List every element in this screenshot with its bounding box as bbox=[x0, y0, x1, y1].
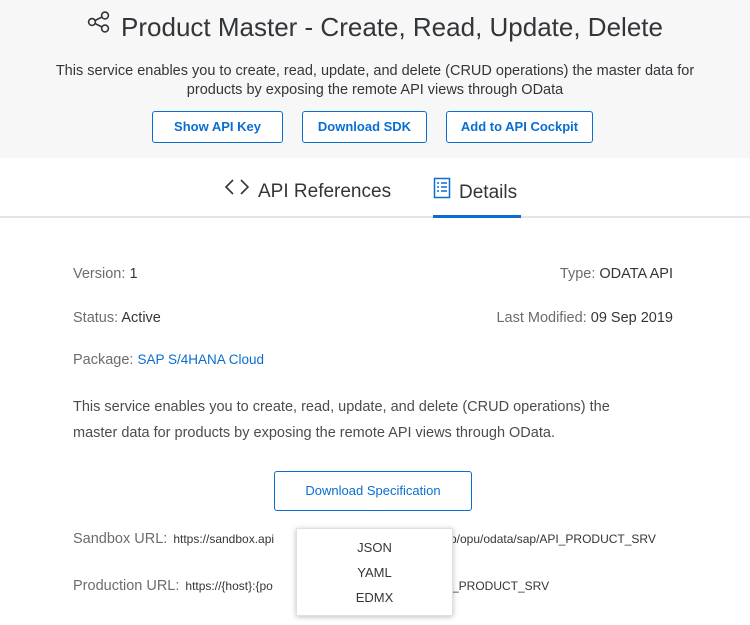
tab-bar: API References Details bbox=[0, 158, 750, 218]
download-specification-button[interactable]: Download Specification bbox=[274, 471, 472, 511]
last-modified-field: Last Modified: 09 Sep 2019 bbox=[496, 310, 673, 326]
type-value: ODATA API bbox=[599, 266, 673, 282]
show-api-key-button[interactable]: Show API Key bbox=[152, 111, 283, 143]
format-option-yaml[interactable]: YAML bbox=[297, 565, 452, 580]
sandbox-url-label: Sandbox URL: bbox=[73, 531, 168, 547]
download-sdk-button[interactable]: Download SDK bbox=[302, 111, 427, 143]
sandbox-url-start: https://sandbox.api bbox=[173, 532, 275, 546]
tab-details[interactable]: Details bbox=[433, 177, 518, 207]
production-url-row: Production URL: https://{host}:{po bbox=[73, 578, 273, 594]
header-description-line: This service enables you to create, read… bbox=[55, 63, 695, 79]
format-option-json[interactable]: JSON bbox=[297, 540, 452, 555]
type-label: Type: bbox=[559, 266, 596, 282]
status-label: Status: bbox=[73, 310, 119, 326]
version-field: Version: 1 bbox=[73, 266, 138, 282]
last-modified-label: Last Modified: bbox=[496, 310, 587, 326]
tab-label: API References bbox=[258, 181, 392, 203]
title-row: Product Master - Create, Read, Update, D… bbox=[0, 11, 750, 43]
service-description: This service enables you to create, read… bbox=[73, 394, 683, 446]
sandbox-url-row-end: p/opu/odata/sap/API_PRODUCT_SRV bbox=[450, 531, 656, 547]
production-url-end: _PRODUCT_SRV bbox=[452, 579, 550, 593]
last-modified-value: 09 Sep 2019 bbox=[590, 310, 673, 326]
page-title: Product Master - Create, Read, Update, D… bbox=[121, 12, 663, 42]
package-field: Package: SAP S/4HANA Cloud bbox=[73, 352, 264, 368]
production-url-start: https://{host}:{po bbox=[185, 579, 273, 593]
add-to-api-cockpit-button[interactable]: Add to API Cockpit bbox=[446, 111, 593, 143]
format-dropdown-menu: JSON YAML EDMX bbox=[296, 528, 453, 616]
active-tab-indicator bbox=[433, 215, 521, 218]
package-label: Package: bbox=[73, 352, 134, 368]
tab-api-references[interactable]: API References bbox=[224, 179, 391, 205]
tab-label: Details bbox=[459, 182, 518, 204]
header-description: This service enables you to create, read… bbox=[0, 62, 750, 100]
format-option-edmx[interactable]: EDMX bbox=[297, 590, 452, 605]
status-value: Active bbox=[121, 310, 161, 326]
production-url-label: Production URL: bbox=[73, 578, 180, 594]
sandbox-url-end: p/opu/odata/sap/API_PRODUCT_SRV bbox=[450, 532, 656, 546]
production-url-row-end: _PRODUCT_SRV bbox=[452, 578, 549, 594]
service-description-line: This service enables you to create, read… bbox=[73, 399, 610, 415]
status-field: Status: Active bbox=[73, 310, 161, 326]
list-document-icon bbox=[433, 177, 451, 205]
version-label: Version: bbox=[73, 266, 126, 282]
service-description-line: master data for products by exposing the… bbox=[73, 425, 555, 441]
page-header: Product Master - Create, Read, Update, D… bbox=[0, 0, 750, 158]
share-icon bbox=[87, 11, 111, 38]
version-value: 1 bbox=[129, 266, 138, 282]
header-description-line: products by exposing the remote API view… bbox=[186, 82, 564, 98]
type-field: Type: ODATA API bbox=[560, 266, 673, 282]
package-link[interactable]: SAP S/4HANA Cloud bbox=[138, 352, 265, 367]
code-icon bbox=[224, 177, 250, 203]
sandbox-url-row: Sandbox URL: https://sandbox.api bbox=[73, 531, 274, 547]
